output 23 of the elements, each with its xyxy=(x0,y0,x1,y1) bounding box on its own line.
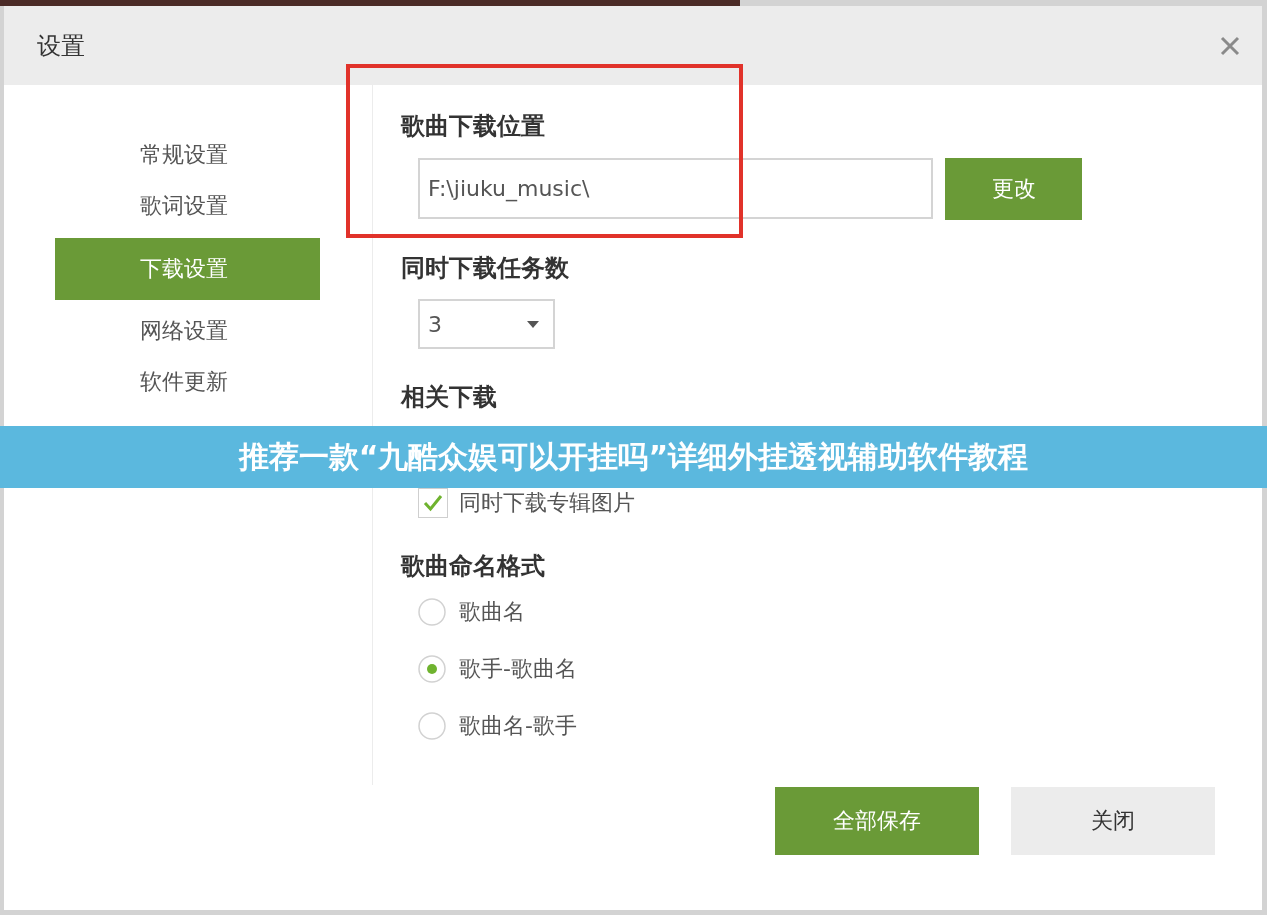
close-dialog-button[interactable]: 关闭 xyxy=(1011,787,1215,855)
caret-icon xyxy=(527,320,539,328)
radio-label[interactable]: 歌曲名-歌手 xyxy=(459,710,577,741)
checkbox[interactable] xyxy=(418,488,448,518)
radio-label[interactable]: 歌曲名 xyxy=(459,596,525,627)
radio-label[interactable]: 歌手-歌曲名 xyxy=(459,653,577,684)
radio-button[interactable] xyxy=(418,711,446,740)
close-icon xyxy=(1220,35,1240,56)
caption-banner: 推荐一款“九酷众娱可以开挂吗”详细外挂透视辅助软件教程 xyxy=(0,426,1267,488)
section-heading: 相关下载 xyxy=(401,382,497,412)
sidebar-item[interactable]: 网络设置 xyxy=(55,312,320,350)
checkbox-label[interactable]: 同时下载专辑图片 xyxy=(459,488,635,518)
sidebar-item[interactable]: 软件更新 xyxy=(55,363,320,401)
section-heading: 歌曲命名格式 xyxy=(401,551,545,581)
count-dropdown[interactable]: 3 xyxy=(418,299,555,349)
sidebar-item[interactable]: 常规设置 xyxy=(55,136,320,174)
section-heading: 歌曲下载位置 xyxy=(401,111,545,141)
radio-button[interactable] xyxy=(418,654,446,683)
section-heading: 同时下载任务数 xyxy=(401,253,569,283)
sidebar-item[interactable]: 歌词设置 xyxy=(55,187,320,225)
window-title: 设置 xyxy=(37,30,85,62)
radio-button[interactable] xyxy=(418,597,446,626)
path-field[interactable]: F:\jiuku_music\ xyxy=(418,158,933,219)
